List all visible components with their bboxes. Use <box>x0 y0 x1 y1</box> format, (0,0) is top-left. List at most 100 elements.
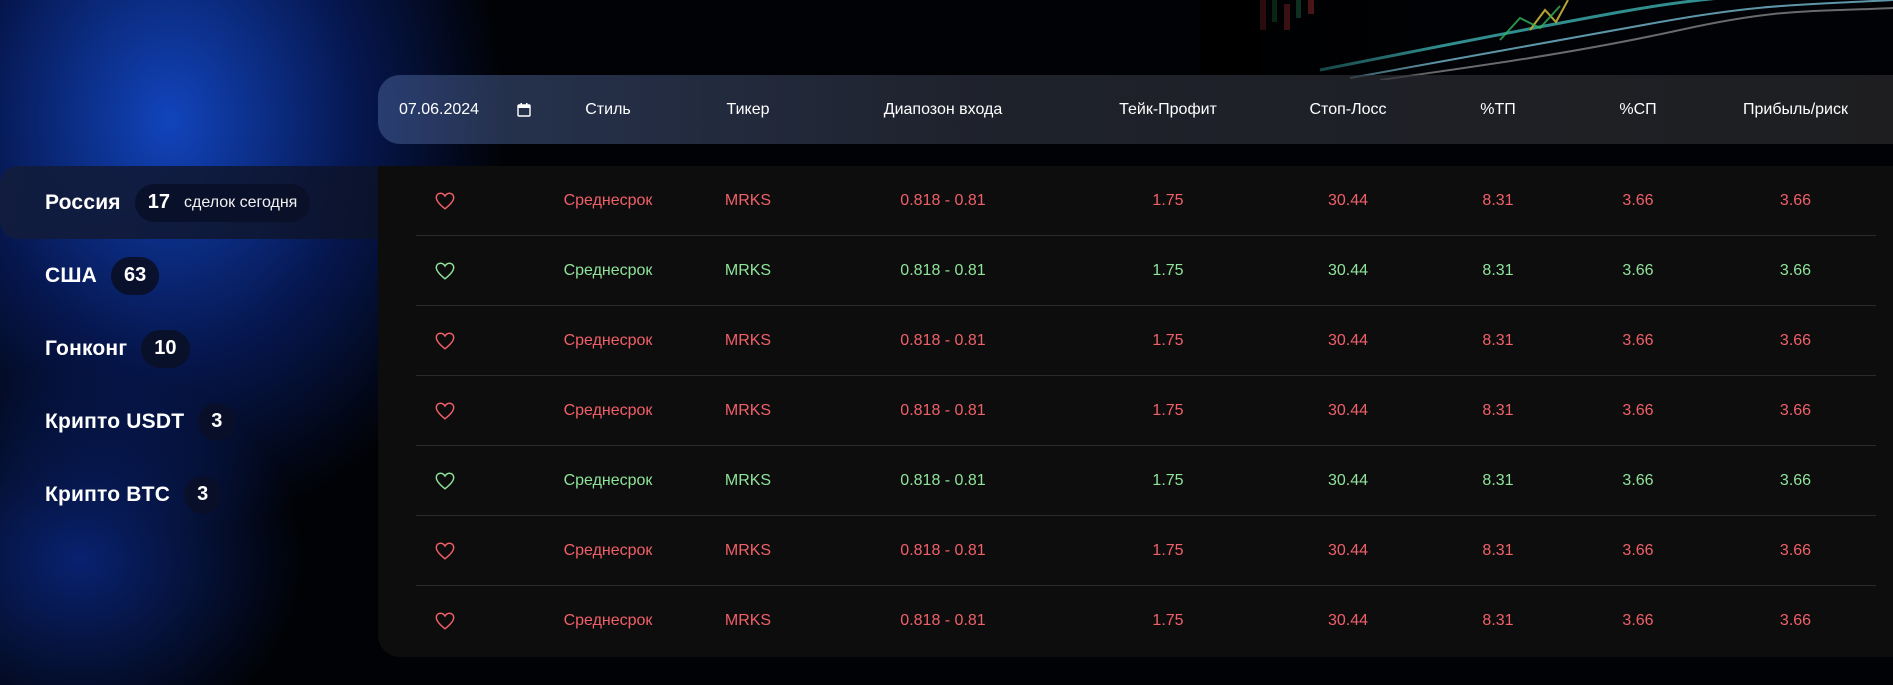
heart-icon[interactable] <box>434 610 456 632</box>
cell-style: Среднесрок <box>563 612 653 629</box>
sidebar-item-crypto-usdt[interactable]: Крипто USDT 3 <box>0 385 380 458</box>
deal-count-suffix: сделок сегодня <box>184 193 298 211</box>
cell-take-profit: 1.75 <box>1152 262 1184 279</box>
cell-ticker: MRKS <box>724 542 772 559</box>
column-header-take-profit[interactable]: Тейк-Профит <box>1068 75 1268 144</box>
cell-style: Среднесрок <box>563 542 653 559</box>
cell-stop-loss: 30.44 <box>1327 192 1369 209</box>
cell-style: Среднесрок <box>563 332 653 349</box>
cell-profit-risk: 3.66 <box>1779 332 1812 349</box>
sidebar-item-russia[interactable]: Россия 17 сделок сегодня <box>0 166 380 239</box>
cell-take-profit: 1.75 <box>1152 472 1184 489</box>
column-header-tp-percent[interactable]: %ТП <box>1428 75 1568 144</box>
cell-take-profit: 1.75 <box>1152 192 1184 209</box>
cell-ticker: MRKS <box>724 612 772 629</box>
cell-stop-loss: 30.44 <box>1327 542 1369 559</box>
cell-stop-loss: 30.44 <box>1327 612 1369 629</box>
cell-stop-loss: 30.44 <box>1327 402 1369 419</box>
background-chart-decoration <box>1200 0 1893 80</box>
column-header-ticker[interactable]: Тикер <box>678 75 818 144</box>
cell-take-profit: 1.75 <box>1152 332 1184 349</box>
cell-sl-percent: 3.66 <box>1622 332 1654 349</box>
table-body: Среднесрок MRKS 0.818 - 0.81 1.75 30.44 8.31 3… <box>378 166 1893 657</box>
cell-profit-risk: 3.66 <box>1779 192 1812 209</box>
cell-entry-range: 0.818 - 0.81 <box>900 402 986 419</box>
cell-ticker: MRKS <box>724 402 772 419</box>
sidebar-item-usa[interactable]: США 63 <box>0 239 380 312</box>
calendar-icon[interactable] <box>517 102 531 117</box>
deal-count-badge: 10 <box>141 329 190 368</box>
sidebar-item-label: Крипто USDT <box>45 409 185 433</box>
favorite-cell <box>416 446 474 516</box>
sidebar-item-label: Гонконг <box>45 336 128 360</box>
cell-tp-percent: 8.31 <box>1482 262 1514 279</box>
favorite-cell <box>416 376 474 446</box>
cell-style: Среднесрок <box>563 262 653 279</box>
cell-sl-percent: 3.66 <box>1622 542 1654 559</box>
cell-ticker: MRKS <box>724 332 772 349</box>
column-header-sl-percent[interactable]: %СП <box>1568 75 1708 144</box>
deal-count-badge: 63 <box>111 256 160 295</box>
cell-profit-risk: 3.66 <box>1779 542 1812 559</box>
cell-take-profit: 1.75 <box>1152 402 1184 419</box>
heart-icon[interactable] <box>434 190 456 212</box>
deal-count: 3 <box>197 483 209 505</box>
column-header-profit-risk[interactable]: Прибыль/риск <box>1708 75 1883 144</box>
cell-take-profit: 1.75 <box>1152 542 1184 559</box>
favorite-cell <box>416 516 474 586</box>
column-header-stop-loss[interactable]: Стоп-Лосс <box>1268 75 1428 144</box>
date-value: 07.06.2024 <box>399 100 480 118</box>
favorite-cell <box>416 236 474 306</box>
date-picker[interactable]: 07.06.2024 <box>399 75 531 144</box>
table-row[interactable]: Среднесрок MRKS 0.818 - 0.81 1.75 30.44 8.31 3… <box>416 446 1876 516</box>
table-row[interactable]: Среднесрок MRKS 0.818 - 0.81 1.75 30.44 8.31 3… <box>416 236 1876 306</box>
cell-sl-percent: 3.66 <box>1622 262 1654 279</box>
sidebar-item-crypto-btc[interactable]: Крипто BTC 3 <box>0 458 380 531</box>
cell-ticker: MRKS <box>724 472 772 489</box>
deal-count: 17 <box>147 191 171 213</box>
cell-tp-percent: 8.31 <box>1482 192 1514 209</box>
cell-entry-range: 0.818 - 0.81 <box>900 332 986 349</box>
deal-count: 3 <box>211 410 223 432</box>
cell-stop-loss: 30.44 <box>1327 472 1369 489</box>
cell-profit-risk: 3.66 <box>1779 472 1812 489</box>
column-header-style[interactable]: Стиль <box>538 75 678 144</box>
deal-count: 63 <box>124 264 147 286</box>
cell-tp-percent: 8.31 <box>1482 612 1514 629</box>
cell-sl-percent: 3.66 <box>1622 612 1654 629</box>
heart-icon[interactable] <box>434 540 456 562</box>
deal-count: 10 <box>154 337 177 359</box>
cell-style: Среднесрок <box>563 402 653 419</box>
cell-sl-percent: 3.66 <box>1622 472 1654 489</box>
table-row[interactable]: Среднесрок MRKS 0.818 - 0.81 1.75 30.44 8.31 3… <box>416 376 1876 446</box>
favorite-cell <box>416 586 474 656</box>
heart-icon[interactable] <box>434 470 456 492</box>
table-row[interactable]: Среднесрок MRKS 0.818 - 0.81 1.75 30.44 8.31 3… <box>416 306 1876 376</box>
cell-entry-range: 0.818 - 0.81 <box>900 192 986 209</box>
cell-profit-risk: 3.66 <box>1779 612 1812 629</box>
sidebar-item-label: США <box>45 263 98 287</box>
cell-entry-range: 0.818 - 0.81 <box>900 262 986 279</box>
favorite-cell <box>416 306 474 376</box>
table-row[interactable]: Среднесрок MRKS 0.818 - 0.81 1.75 30.44 8.31 3… <box>416 586 1876 656</box>
cell-entry-range: 0.818 - 0.81 <box>900 472 986 489</box>
sidebar-item-hongkong[interactable]: Гонконг 10 <box>0 312 380 385</box>
heart-icon[interactable] <box>434 330 456 352</box>
cell-ticker: MRKS <box>724 192 772 209</box>
cell-take-profit: 1.75 <box>1152 612 1184 629</box>
cell-style: Среднесрок <box>563 192 653 209</box>
table-row[interactable]: Среднесрок MRKS 0.818 - 0.81 1.75 30.44 8.31 3… <box>416 166 1876 236</box>
sidebar-item-label: Крипто BTC <box>45 482 171 506</box>
cell-tp-percent: 8.31 <box>1482 332 1514 349</box>
cell-entry-range: 0.818 - 0.81 <box>900 612 986 629</box>
cell-profit-risk: 3.66 <box>1779 402 1812 419</box>
deal-count-badge: 17 сделок сегодня <box>134 183 311 222</box>
cell-sl-percent: 3.66 <box>1622 192 1654 209</box>
column-header-entry-range[interactable]: Диапозон входа <box>818 75 1068 144</box>
heart-icon[interactable] <box>434 400 456 422</box>
heart-icon[interactable] <box>434 260 456 282</box>
deal-count-badge: 3 <box>198 402 237 441</box>
deal-count-badge: 3 <box>184 475 223 514</box>
cell-ticker: MRKS <box>724 262 772 279</box>
table-row[interactable]: Среднесрок MRKS 0.818 - 0.81 1.75 30.44 8.31 3… <box>416 516 1876 586</box>
